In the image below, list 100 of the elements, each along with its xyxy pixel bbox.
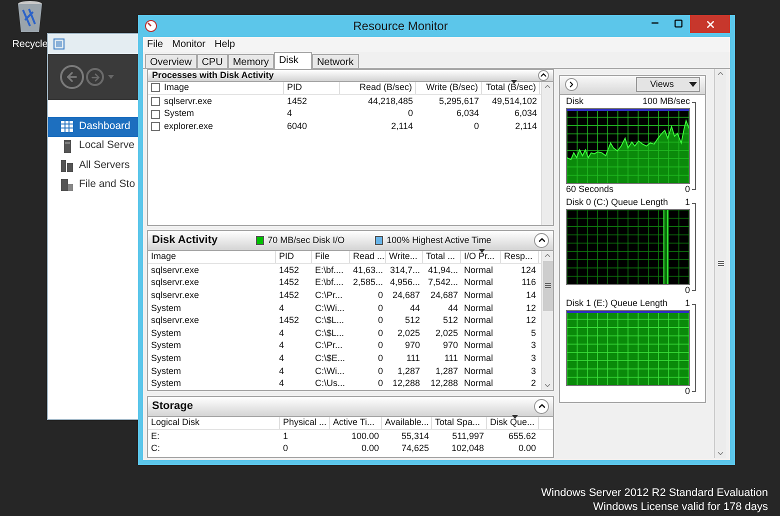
section-header[interactable]: Storage	[147, 396, 554, 417]
menu-item[interactable]: File	[147, 36, 164, 52]
column-header[interactable]: Write (B/sec)	[426, 81, 478, 95]
gauge-icon	[145, 20, 157, 32]
table-cell-text: 2,114	[515, 120, 537, 133]
column-header[interactable]: Total (B/sec)	[486, 81, 536, 95]
scrollbar[interactable]	[541, 250, 553, 390]
table-cell-text: 74,625	[401, 442, 429, 456]
table-cell-text: 1	[283, 430, 288, 443]
tab[interactable]: Overview	[145, 54, 197, 68]
table-cell-text: 970	[404, 339, 420, 352]
table-cell-text: 41,63...	[352, 264, 383, 277]
column-header[interactable]: File	[315, 250, 330, 264]
scrollbar[interactable]	[714, 68, 726, 458]
expand-button[interactable]	[565, 78, 578, 92]
sidebar-item[interactable]: File and Sto	[48, 176, 141, 195]
column-header[interactable]: Resp...	[504, 250, 533, 264]
sidebar-item[interactable]: All Servers	[48, 156, 141, 176]
desktop-notice-text: Windows Server 2012 R2 Standard Evaluation	[541, 486, 768, 500]
app-icon	[53, 38, 65, 50]
table-cell-text: System	[164, 107, 194, 120]
column-header[interactable]: Read (B/sec)	[359, 81, 412, 95]
graph-max-label: 1	[684, 297, 690, 310]
tab[interactable]: Memory	[228, 54, 274, 68]
legend-label: 100% Highest Active Time	[386, 234, 492, 247]
table-cell-text: 6,034	[514, 107, 537, 120]
graph-min-label: 0	[684, 385, 690, 398]
table-cell-text: Normal	[464, 276, 494, 290]
window-title: Resource Monitor	[353, 18, 448, 35]
section-header[interactable]: Disk Activity 70 MB/sec Disk I/O 100% Highest Active Time	[147, 230, 554, 251]
column-header[interactable]: PID	[287, 81, 302, 95]
sidebar-item[interactable]: Dashboard	[48, 117, 141, 136]
table-cell-text: 12,288	[392, 377, 420, 390]
sidebar-item[interactable]: Local Serve	[48, 136, 141, 156]
column-header[interactable]: I/O Pr...	[464, 250, 495, 264]
table-cell-text: 12	[526, 302, 536, 315]
checkbox[interactable]	[151, 97, 160, 106]
table-cell-text: 44,218,485	[368, 94, 413, 108]
column-header[interactable]: Image	[151, 250, 176, 264]
graph-max-label: 1	[684, 196, 690, 210]
column-header[interactable]: Write...	[389, 250, 418, 264]
trash-bin-icon[interactable]	[17, 0, 43, 34]
table-cell-text: 5,295,617	[438, 94, 479, 108]
table-cell-text: 1,287	[397, 364, 420, 378]
table-cell-text: 4	[279, 364, 284, 378]
column-header[interactable]: Available...	[385, 416, 429, 430]
sort-icon	[510, 80, 517, 84]
column-header[interactable]: Read ...	[353, 250, 385, 264]
table-cell-text: 44	[448, 302, 458, 315]
graph-title: Disk 1 (E:) Queue Length	[566, 297, 668, 310]
collapse-button[interactable]	[534, 398, 549, 414]
table-cell-text: 0	[378, 289, 383, 302]
table-cell-text: C:\Pr...	[315, 339, 343, 352]
table-cell-text: Normal	[464, 264, 494, 277]
column-header[interactable]: Image	[164, 81, 190, 95]
table-cell-text: Normal	[464, 326, 494, 340]
table-cell-text: 0	[378, 314, 383, 328]
section-title: Processes with Disk Activity	[152, 68, 274, 82]
scrollbar[interactable]	[541, 82, 553, 225]
table-cell-text: 0	[378, 377, 383, 390]
forward-arrow-icon	[90, 72, 100, 82]
column-header[interactable]: PID	[279, 250, 294, 264]
column-header[interactable]: Physical ...	[283, 416, 327, 430]
table-cell-text: 12,288	[430, 377, 458, 390]
scroll-down-icon[interactable]	[716, 449, 725, 458]
table-cell-text: Normal	[464, 352, 494, 366]
graph-title: Disk	[566, 95, 584, 108]
menu-item[interactable]: Monitor	[172, 36, 206, 52]
checkbox[interactable]	[151, 110, 160, 119]
collapse-button[interactable]	[534, 232, 549, 248]
grip-icon	[544, 283, 550, 288]
menu-item[interactable]: Help	[214, 36, 236, 52]
column-header[interactable]: Total Spa...	[435, 416, 480, 430]
table-cell-text: 2	[530, 377, 536, 390]
checkbox[interactable]	[151, 83, 160, 92]
column-header[interactable]: Logical Disk	[151, 416, 200, 430]
table-cell-text: 0	[474, 120, 479, 133]
table-cell-text: 2,025	[397, 326, 420, 340]
column-header[interactable]: Active Ti...	[333, 416, 375, 430]
file-storage-icon	[61, 179, 73, 192]
grip-icon	[718, 260, 724, 266]
tab[interactable]: Network	[312, 54, 359, 68]
graph-max-label: 100 MB/sec	[642, 95, 690, 108]
table-cell-text: 4	[279, 302, 284, 315]
scrollbar-thumb[interactable]	[542, 260, 552, 311]
desktop-icon-label[interactable]: Recycle	[12, 37, 48, 52]
back-button[interactable]	[60, 65, 84, 89]
column-header[interactable]: Disk Que...	[490, 416, 535, 430]
close-button[interactable]	[690, 15, 730, 33]
tab[interactable]: CPU	[196, 54, 228, 68]
table-cell-text: C:\Wi...	[315, 364, 344, 378]
views-dropdown[interactable]: Views	[636, 77, 700, 92]
tab[interactable]: Disk	[274, 52, 312, 69]
checkbox[interactable]	[151, 122, 160, 132]
graph-title: Disk 0 (C:) Queue Length	[566, 196, 668, 210]
section-header[interactable]: Processes with Disk Activity	[147, 68, 554, 82]
servers-icon	[61, 160, 73, 172]
table-cell-text: 7,542...	[428, 276, 458, 290]
collapse-button[interactable]	[538, 70, 549, 81]
column-header[interactable]: Total ...	[426, 250, 456, 264]
